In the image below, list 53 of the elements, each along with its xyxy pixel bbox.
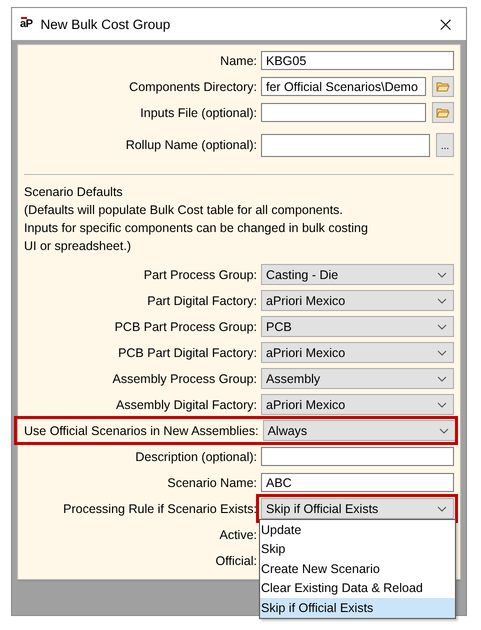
dropdown-field[interactable]: Casting - Die — [261, 264, 454, 285]
field-label: Inputs File (optional): — [140, 106, 257, 120]
folder-icon — [436, 81, 450, 92]
close-button[interactable]: × — [433, 12, 458, 36]
field-label: Part Digital Factory: — [147, 294, 257, 308]
browse-button[interactable] — [432, 76, 454, 97]
field-label: Name: — [220, 54, 257, 68]
field-label: Assembly Digital Factory: — [116, 398, 257, 412]
field-label: Part Process Group: — [144, 268, 257, 282]
field-label: PCB Part Digital Factory: — [118, 346, 257, 360]
field-label: Scenario Name: — [167, 476, 257, 490]
chevron-down-icon — [437, 350, 447, 356]
text-field[interactable]: ABC — [261, 473, 454, 492]
folder-icon — [436, 107, 450, 118]
more-button[interactable]: ... — [436, 133, 454, 157]
field-label: Description (optional): — [135, 450, 257, 464]
app-logo: aP — [20, 18, 32, 30]
chevron-down-icon — [437, 402, 447, 408]
dropdown-field[interactable]: PCB — [261, 316, 454, 337]
section-note: (Defaults will populate Bulk Cost table for all components. Inputs for specific components can be changed in bulk costing UI or spreadsheet.) — [24, 202, 368, 255]
dropdown-field[interactable]: aPriori Mexico — [261, 290, 454, 311]
dropdown-field[interactable]: aPriori Mexico — [261, 342, 454, 363]
chevron-down-icon — [437, 376, 447, 382]
dropdown-option[interactable]: Clear Existing Data & Reload — [260, 578, 455, 598]
dropdown-field[interactable]: aPriori Mexico — [261, 394, 454, 415]
text-field[interactable] — [261, 447, 454, 466]
text-field[interactable] — [261, 134, 430, 156]
chevron-down-icon — [437, 506, 447, 512]
field-label: Active: — [219, 528, 257, 542]
field-label: Rollup Name (optional): — [126, 138, 257, 152]
text-field[interactable]: fer Official Scenarios\Demo — [261, 77, 426, 96]
field-label: Assembly Process Group: — [112, 372, 257, 386]
text-field[interactable]: KBG05 — [261, 51, 454, 70]
field-label: Components Directory: — [129, 80, 257, 94]
window-title: New Bulk Cost Group — [40, 16, 172, 32]
dropdown-field[interactable]: Always — [262, 420, 456, 441]
dropdown-field[interactable]: Assembly — [261, 368, 454, 389]
field-label: Use Official Scenarios in New Assemblies: — [24, 424, 259, 438]
browse-button[interactable] — [432, 102, 454, 123]
section-title: Scenario Defaults — [24, 184, 123, 201]
chevron-down-icon — [437, 272, 447, 278]
dropdown-option[interactable]: Skip if Official Exists — [260, 598, 455, 618]
chevron-down-icon — [438, 428, 449, 434]
chevron-down-icon — [437, 324, 447, 330]
dropdown-option[interactable]: Skip — [260, 540, 455, 559]
dropdown-field[interactable]: Skip if Official Exists — [261, 498, 454, 519]
field-label: Processing Rule if Scenario Exists: — [63, 502, 257, 516]
field-label: PCB Part Process Group: — [114, 320, 257, 334]
dropdown-option[interactable]: Create New Scenario — [260, 559, 455, 578]
chevron-down-icon — [437, 298, 447, 304]
dropdown-option[interactable]: Update — [260, 520, 455, 540]
text-field[interactable] — [261, 103, 426, 122]
field-label: Official: — [216, 554, 257, 568]
